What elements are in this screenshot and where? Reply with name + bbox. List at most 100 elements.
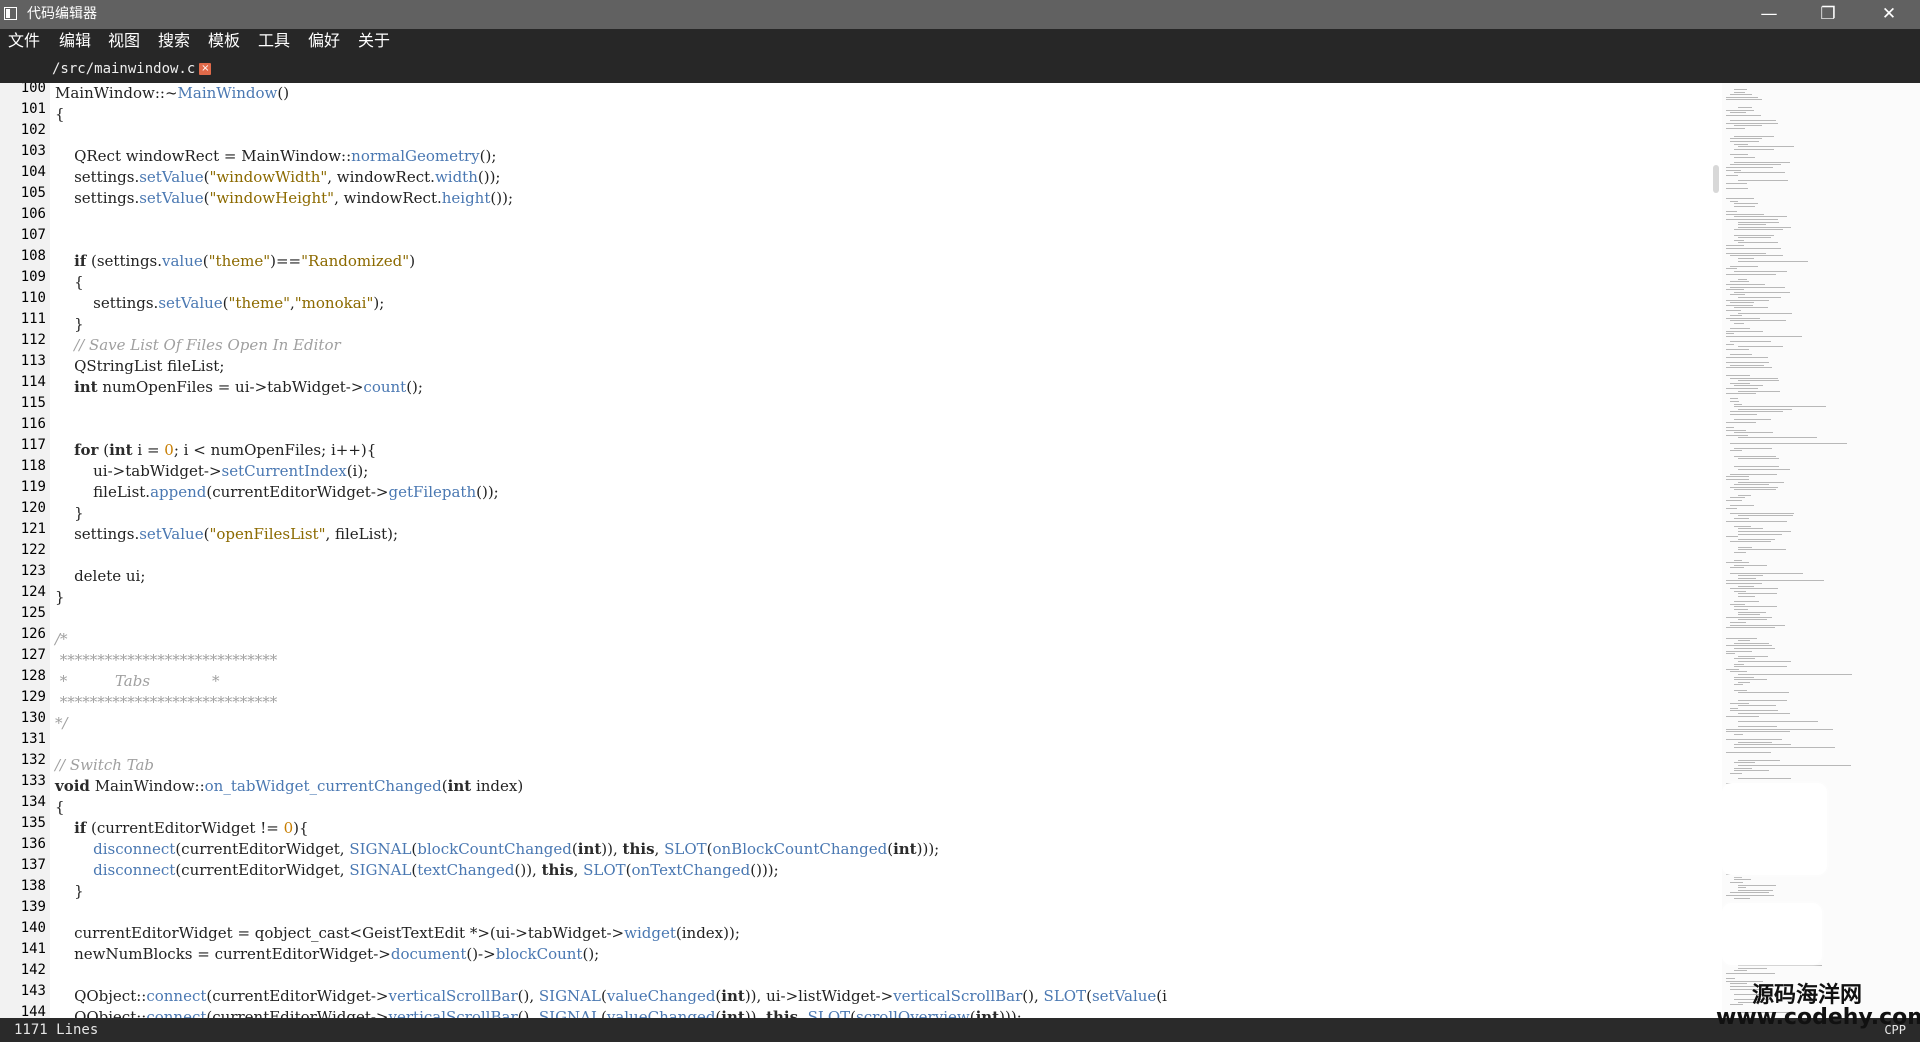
close-icon[interactable]: ×: [199, 62, 212, 75]
code-line[interactable]: 102: [0, 122, 1710, 146]
code-text[interactable]: settings.setValue("theme","monokai");: [55, 293, 384, 314]
menu-file[interactable]: 文件: [8, 29, 40, 53]
scrollbar-thumb[interactable]: [1713, 165, 1719, 193]
code-line[interactable]: 143 QObject::connect(currentEditorWidget…: [0, 983, 1710, 1007]
code-line[interactable]: 115: [0, 395, 1710, 419]
tab-label[interactable]: /src/mainwindow.c: [52, 61, 195, 77]
code-line[interactable]: 105 settings.setValue("windowHeight", wi…: [0, 185, 1710, 209]
code-line[interactable]: 131: [0, 731, 1710, 755]
menu-edit[interactable]: 编辑: [59, 29, 91, 53]
code-line[interactable]: 112 // Save List Of Files Open In Editor: [0, 332, 1710, 356]
code-text[interactable]: */: [55, 713, 68, 734]
code-text[interactable]: {: [55, 797, 65, 818]
code-text[interactable]: }: [55, 314, 84, 335]
code-line[interactable]: 106: [0, 206, 1710, 230]
code-text[interactable]: *****************************: [55, 650, 278, 671]
tab-mainwindow[interactable]: /src/mainwindow.c ×: [48, 57, 217, 81]
code-text[interactable]: }: [55, 587, 65, 608]
vertical-scrollbar[interactable]: [1712, 83, 1722, 1018]
code-line[interactable]: 108 if (settings.value("theme")=="Random…: [0, 248, 1710, 272]
close-button[interactable]: ✕: [1861, 0, 1917, 29]
code-text[interactable]: delete ui;: [55, 566, 145, 587]
minimize-button[interactable]: —: [1741, 0, 1797, 29]
code-line[interactable]: 114 int numOpenFiles = ui->tabWidget->co…: [0, 374, 1710, 398]
code-line[interactable]: 137 disconnect(currentEditorWidget, SIGN…: [0, 857, 1710, 881]
code-text[interactable]: QStringList fileList;: [55, 356, 224, 377]
code-text[interactable]: QRect windowRect = MainWindow::normalGeo…: [55, 146, 496, 167]
code-line[interactable]: 116: [0, 416, 1710, 440]
code-text[interactable]: newNumBlocks = currentEditorWidget->docu…: [55, 944, 599, 965]
code-line[interactable]: 124}: [0, 584, 1710, 608]
code-text[interactable]: settings.setValue("openFilesList", fileL…: [55, 524, 398, 545]
code-line[interactable]: 109 {: [0, 269, 1710, 293]
code-line[interactable]: 142: [0, 962, 1710, 986]
code-text[interactable]: }: [55, 881, 84, 902]
code-text[interactable]: }: [55, 503, 84, 524]
code-line[interactable]: 134 {: [0, 794, 1710, 818]
code-line[interactable]: 135 if (currentEditorWidget != 0){: [0, 815, 1710, 839]
code-text[interactable]: {: [55, 104, 65, 125]
code-text[interactable]: /*: [55, 629, 68, 650]
code-line[interactable]: 141 newNumBlocks = currentEditorWidget->…: [0, 941, 1710, 965]
code-text[interactable]: // Switch Tab: [55, 755, 154, 776]
code-minimap[interactable]: [1722, 83, 1920, 1018]
minimap-line: [1734, 239, 1744, 241]
code-line[interactable]: 132 // Switch Tab: [0, 752, 1710, 776]
restore-button[interactable]: ❐: [1800, 0, 1856, 29]
code-line[interactable]: 111 }: [0, 311, 1710, 335]
menu-view[interactable]: 视图: [108, 29, 140, 53]
minimap-line: [1734, 89, 1747, 90]
code-text[interactable]: QObject::connect(currentEditorWidget->ve…: [55, 986, 1167, 1007]
code-line[interactable]: 122: [0, 542, 1710, 566]
menu-template[interactable]: 模板: [208, 29, 240, 53]
code-line[interactable]: 118 ui->tabWidget->setCurrentIndex(i);: [0, 458, 1710, 482]
code-line[interactable]: 138 }: [0, 878, 1710, 902]
code-line[interactable]: 126 /*: [0, 626, 1710, 650]
code-line[interactable]: 140 currentEditorWidget = qobject_cast<G…: [0, 920, 1710, 944]
code-line[interactable]: 129 *****************************: [0, 689, 1710, 713]
menu-search[interactable]: 搜索: [158, 29, 190, 53]
code-line[interactable]: 113 QStringList fileList;: [0, 353, 1710, 377]
code-text[interactable]: * Tabs *: [55, 671, 220, 692]
code-text[interactable]: disconnect(currentEditorWidget, SIGNAL(b…: [55, 839, 939, 860]
code-line[interactable]: 120 }: [0, 500, 1710, 524]
code-text[interactable]: QObject::connect(currentEditorWidget->ve…: [55, 1007, 1022, 1018]
code-text[interactable]: if (settings.value("theme")=="Randomized…: [55, 251, 415, 272]
code-text[interactable]: ui->tabWidget->setCurrentIndex(i);: [55, 461, 368, 482]
code-line[interactable]: 133 void MainWindow::on_tabWidget_current…: [0, 773, 1710, 797]
code-line[interactable]: 110 settings.setValue("theme","monokai")…: [0, 290, 1710, 314]
menu-about[interactable]: 关于: [358, 29, 390, 53]
code-text[interactable]: settings.setValue("windowHeight", window…: [55, 188, 513, 209]
code-text[interactable]: currentEditorWidget = qobject_cast<Geist…: [55, 923, 740, 944]
code-line[interactable]: 101 {: [0, 101, 1710, 125]
code-text[interactable]: {: [55, 272, 84, 293]
code-editor[interactable]: 100 MainWindow::~MainWindow() 101{102 103 Q…: [0, 83, 1920, 1018]
code-text[interactable]: fileList.append(currentEditorWidget->get…: [55, 482, 499, 503]
code-text[interactable]: *****************************: [55, 692, 278, 713]
code-line[interactable]: 107: [0, 227, 1710, 251]
code-line[interactable]: 103 QRect windowRect = MainWindow::norma…: [0, 143, 1710, 167]
code-text[interactable]: for (int i = 0; i < numOpenFiles; i++){: [55, 440, 376, 461]
code-line[interactable]: 130 */: [0, 710, 1710, 734]
code-text[interactable]: settings.setValue("windowWidth", windowR…: [55, 167, 500, 188]
code-line[interactable]: 128 * Tabs *: [0, 668, 1710, 692]
code-line[interactable]: 139: [0, 899, 1710, 923]
code-text[interactable]: void MainWindow::on_tabWidget_currentCha…: [55, 776, 523, 797]
code-text[interactable]: disconnect(currentEditorWidget, SIGNAL(t…: [55, 860, 779, 881]
code-line[interactable]: 144 QObject::connect(currentEditorWidget…: [0, 1004, 1710, 1018]
menu-tools[interactable]: 工具: [258, 29, 290, 53]
code-text[interactable]: if (currentEditorWidget != 0){: [55, 818, 308, 839]
code-line[interactable]: 100 MainWindow::~MainWindow(): [0, 83, 1710, 104]
code-line[interactable]: 123 delete ui;: [0, 563, 1710, 587]
code-line[interactable]: 117 for (int i = 0; i < numOpenFiles; i+…: [0, 437, 1710, 461]
code-line[interactable]: 121 settings.setValue("openFilesList", f…: [0, 521, 1710, 545]
code-line[interactable]: 119 fileList.append(currentEditorWidget-…: [0, 479, 1710, 503]
menu-preferences[interactable]: 偏好: [308, 29, 340, 53]
code-line[interactable]: 127 *****************************: [0, 647, 1710, 671]
code-line[interactable]: 125: [0, 605, 1710, 629]
code-text[interactable]: MainWindow::~MainWindow(): [55, 83, 289, 104]
code-line[interactable]: 104 settings.setValue("windowWidth", win…: [0, 164, 1710, 188]
code-text[interactable]: int numOpenFiles = ui->tabWidget->count(…: [55, 377, 423, 398]
code-line[interactable]: 136 disconnect(currentEditorWidget, SIGN…: [0, 836, 1710, 860]
code-text[interactable]: // Save List Of Files Open In Editor: [55, 335, 341, 356]
